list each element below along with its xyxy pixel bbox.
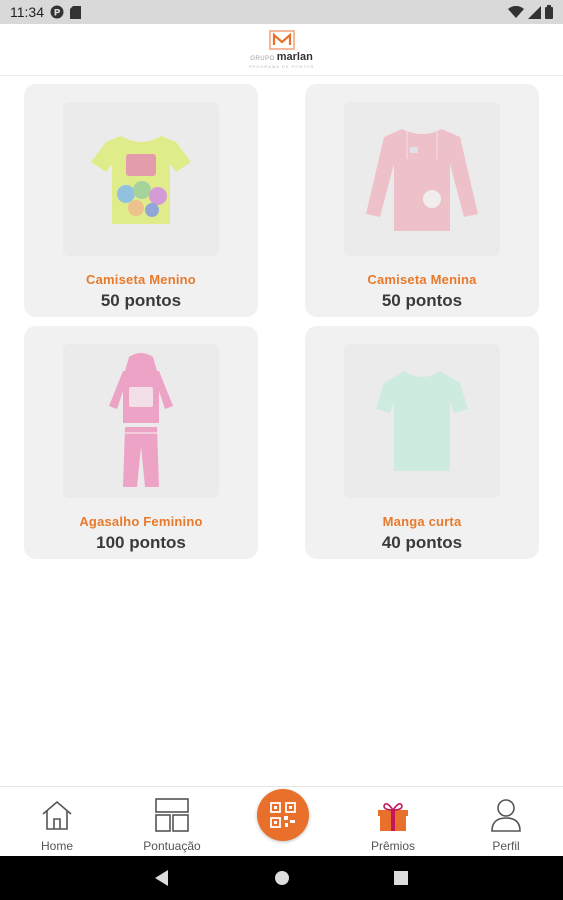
brand-logo: GRUPO marlan PROGRAMA DE PONTOS	[249, 30, 315, 69]
product-card[interactable]: Camiseta Menina 50 pontos	[305, 84, 539, 317]
home-icon	[40, 797, 74, 833]
product-points: 50 pontos	[100, 291, 182, 310]
product-name: Agasalho Feminino	[79, 514, 203, 529]
sd-card-icon	[70, 5, 81, 19]
wifi-icon	[508, 5, 524, 19]
nav-premios[interactable]: Prêmios	[343, 787, 443, 857]
user-icon	[490, 797, 522, 833]
dashboard-icon	[155, 797, 189, 833]
recents-icon[interactable]	[391, 868, 411, 888]
product-image	[344, 344, 500, 498]
status-bar: 11:34 P	[0, 0, 563, 24]
app-header: GRUPO marlan PROGRAMA DE PONTOS	[0, 24, 563, 76]
bottom-nav: Home Pontuação Prêmios Perfil	[0, 786, 563, 856]
signal-icon	[528, 5, 541, 19]
nav-perfil[interactable]: Perfil	[456, 787, 556, 857]
logo-pre: GRUPO	[250, 56, 275, 62]
back-icon[interactable]	[152, 868, 172, 888]
product-card[interactable]: Agasalho Feminino 100 pontos	[24, 326, 258, 559]
product-image	[63, 344, 219, 498]
nav-pontuacao-label: Pontuação	[143, 839, 201, 853]
qr-code-icon	[270, 802, 296, 828]
logo-m-icon	[268, 30, 295, 50]
home-circle-icon[interactable]	[272, 868, 292, 888]
product-grid: Camiseta Menino 50 pontos Camiseta Menin…	[24, 84, 540, 559]
status-time: 11:34	[10, 4, 44, 20]
boys-tshirt-icon	[91, 136, 191, 224]
nav-home[interactable]: Home	[7, 787, 107, 857]
product-image	[63, 102, 219, 256]
product-name: Camiseta Menino	[86, 272, 196, 287]
gift-icon	[376, 797, 410, 833]
product-points: 40 pontos	[381, 533, 463, 552]
nav-home-label: Home	[40, 839, 73, 853]
product-points: 100 pontos	[96, 533, 186, 552]
product-card[interactable]: Manga curta 40 pontos	[305, 326, 539, 559]
scan-qr-button[interactable]	[257, 789, 309, 841]
product-points: 50 pontos	[381, 291, 463, 310]
nav-premios-label: Prêmios	[370, 839, 415, 853]
short-sleeve-icon	[376, 371, 468, 471]
logo-main: marlan	[276, 51, 313, 63]
logo-subtitle: PROGRAMA DE PONTOS	[248, 64, 315, 69]
girls-tracksuit-icon	[109, 353, 173, 487]
battery-icon	[545, 5, 553, 19]
nav-perfil-label: Perfil	[492, 839, 520, 853]
nav-pontuacao[interactable]: Pontuação	[122, 787, 222, 857]
product-image	[344, 102, 500, 256]
svg-text:P: P	[54, 9, 61, 19]
product-name: Camiseta Menina	[367, 272, 477, 287]
product-name: Manga curta	[382, 514, 462, 529]
p-icon: P	[50, 5, 64, 19]
product-card[interactable]: Camiseta Menino 50 pontos	[24, 84, 258, 317]
system-nav-bar	[0, 856, 563, 900]
girls-longsleeve-icon	[366, 129, 478, 231]
